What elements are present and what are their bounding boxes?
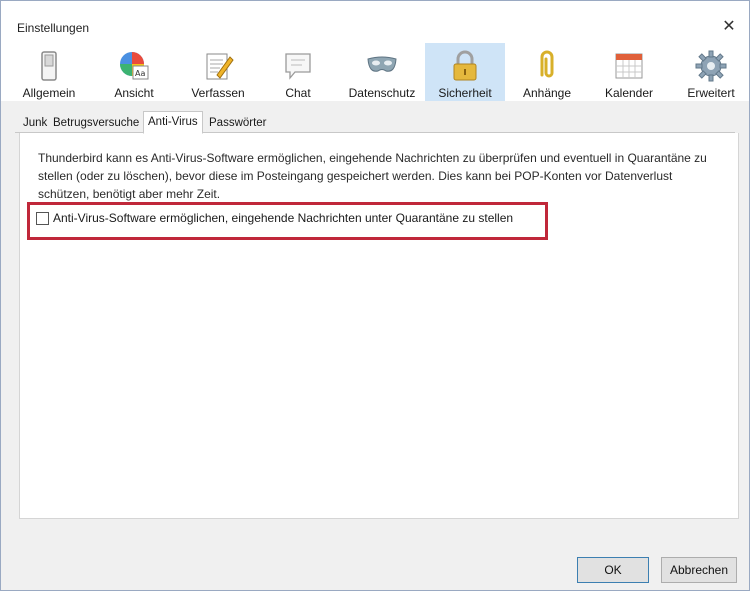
anti-virus-description: Thunderbird kann es Anti-Virus-Software … [38,151,707,201]
window-title: Einstellungen [17,21,90,35]
pane-verfassen[interactable]: Verfassen [178,43,258,101]
tab-betrugsversuche[interactable]: Betrugsversuche [49,114,143,133]
calendar-icon [615,53,643,79]
tab-passwoerter[interactable]: Passwörter [205,114,271,133]
pane-label: Ansicht [114,86,154,100]
pane-label: Erweitert [687,86,735,100]
pane-label: Anhänge [522,86,572,100]
pane-label: Verfassen [191,86,245,100]
pane-erweitert[interactable]: Erweitert [671,43,750,101]
switch-icon [41,51,57,81]
pane-label: Sicherheit [438,86,492,100]
pane-allgemein[interactable]: Allgemein [9,43,89,101]
pane-label: Chat [285,86,311,100]
chat-bubble-icon [285,53,311,80]
anti-virus-checkbox[interactable] [36,212,49,225]
security-tabs: Junk Betrugsversuche Anti-Virus Passwört… [15,111,735,134]
compose-icon [206,53,234,80]
title-bar: Einstellungen ✕ [1,1,749,37]
anti-virus-panel: Thunderbird kann es Anti-Virus-Software … [19,133,739,519]
palette-icon: Aa [120,52,149,80]
pane-kalender[interactable]: Kalender [589,43,669,101]
pane-label: Datenschutz [348,86,416,100]
svg-text:Aa: Aa [135,69,145,78]
paperclip-icon [540,50,554,78]
ok-button[interactable]: OK [577,557,649,583]
tab-junk[interactable]: Junk [19,114,51,133]
cancel-button[interactable]: Abbrechen [661,557,737,583]
preferences-window: Einstellungen ✕ Allgemein Aa Ansicht Ver… [0,0,750,591]
gear-icon [695,50,727,82]
pane-anhaenge[interactable]: Anhänge [507,43,587,101]
pane-datenschutz[interactable]: Datenschutz [342,43,422,101]
tab-anti-virus[interactable]: Anti-Virus [143,111,203,134]
pane-label: Kalender [604,86,654,100]
padlock-icon [453,50,477,81]
anti-virus-checkbox-label[interactable]: Anti-Virus-Software ermöglichen, eingehe… [53,210,513,227]
preferences-toolbar: Allgemein Aa Ansicht Verfassen Chat Date… [1,37,749,101]
pane-label: Allgemein [22,86,76,100]
mask-icon [367,56,397,72]
pane-ansicht[interactable]: Aa Ansicht [94,43,174,101]
close-icon[interactable]: ✕ [719,17,739,37]
pane-chat[interactable]: Chat [258,43,338,101]
pane-sicherheit[interactable]: Sicherheit [425,43,505,101]
